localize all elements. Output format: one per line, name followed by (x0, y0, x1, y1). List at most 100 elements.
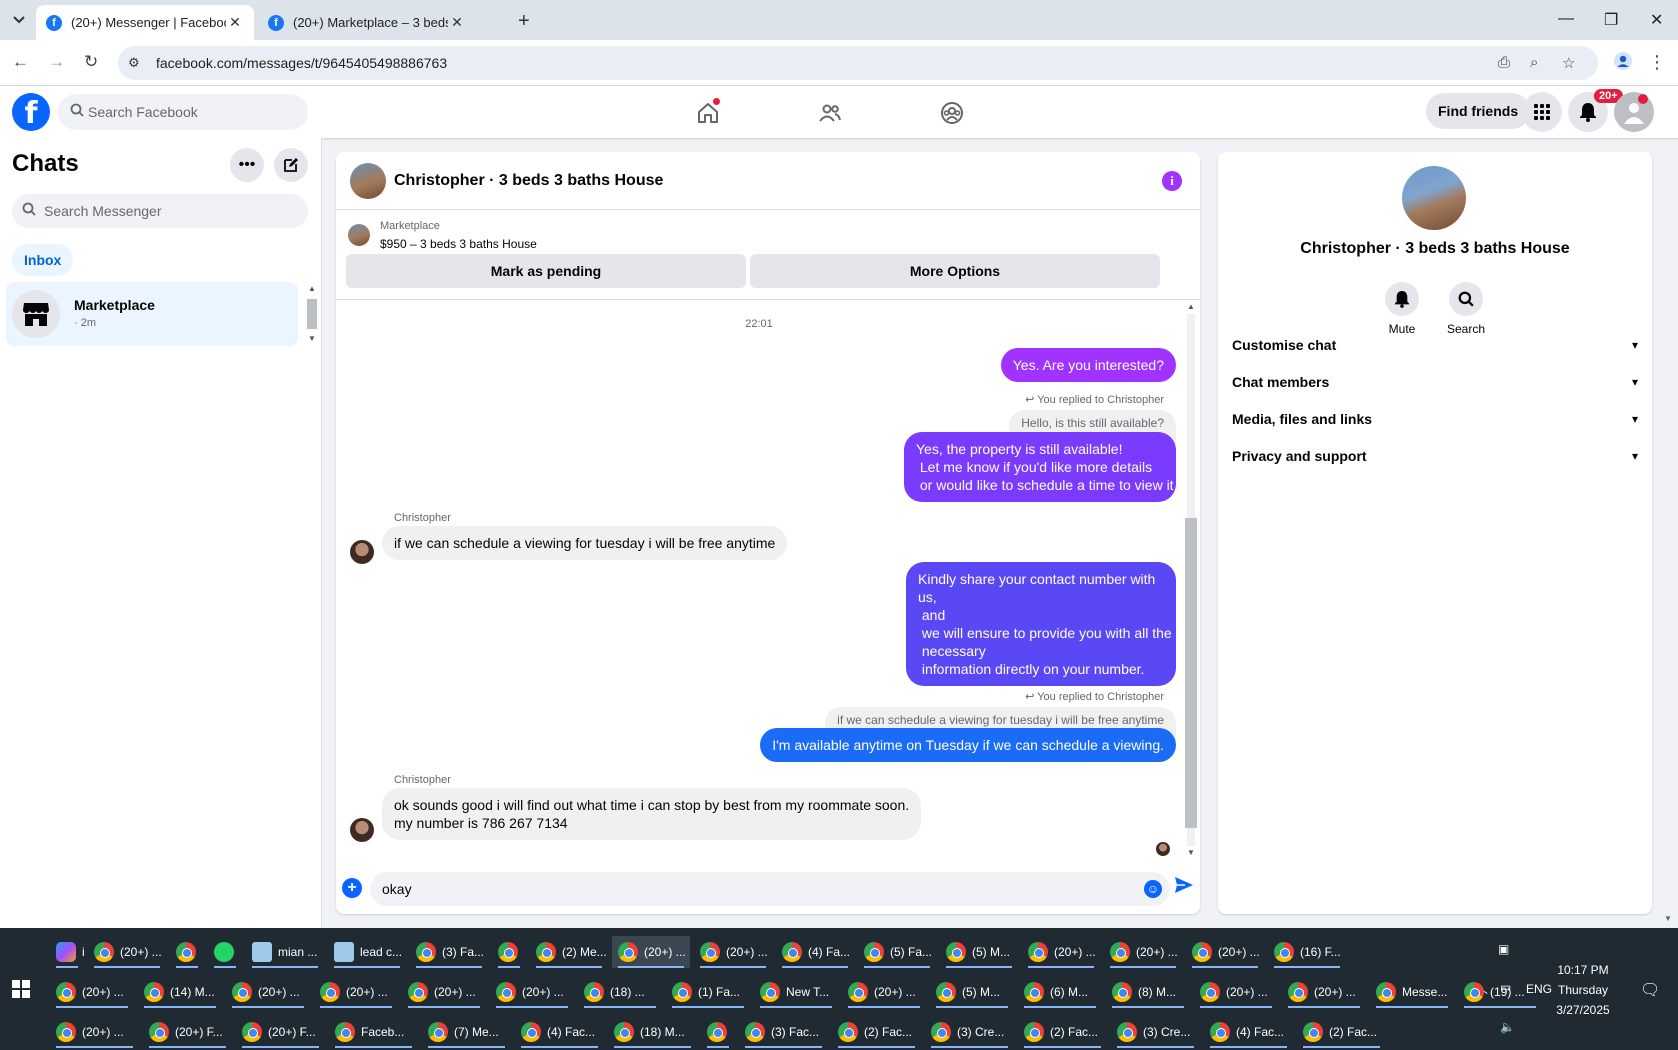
taskbar-item[interactable]: (20+) F... (236, 1016, 325, 1048)
tab-messenger[interactable]: f (20+) Messenger | Facebook ✕ (36, 5, 254, 40)
close-tab-icon[interactable]: ✕ (226, 14, 244, 31)
taskbar-item[interactable]: (20+) ... (612, 936, 690, 968)
taskbar-item[interactable]: (20+) ... (88, 936, 166, 968)
taskbar-item[interactable]: (16) F... (1268, 936, 1346, 968)
mute-button[interactable]: Mute (1372, 282, 1432, 336)
taskbar-item[interactable]: (20+) ... (226, 976, 310, 1008)
new-message-icon[interactable] (274, 148, 308, 182)
taskbar-item[interactable]: (20+) ... (694, 936, 772, 968)
taskbar-item[interactable]: (14) M... (138, 976, 222, 1008)
message-outgoing[interactable]: Yes. Are you interested? (1000, 348, 1176, 382)
restore-icon[interactable]: ❐ (1604, 10, 1618, 30)
taskbar-item[interactable]: (2) Fac... (832, 1016, 921, 1048)
taskbar-item[interactable]: (2) Me... (530, 936, 608, 968)
taskbar-item[interactable]: (5) Fa... (858, 936, 936, 968)
message-outgoing[interactable]: I'm available anytime on Tuesday if we c… (760, 728, 1176, 762)
taskbar-item[interactable]: (20+) ... (1186, 936, 1264, 968)
conversation-info-icon[interactable]: i (1162, 171, 1182, 191)
messenger-search[interactable] (12, 194, 308, 228)
inbox-tab[interactable]: Inbox (12, 244, 74, 276)
search-in-chat-button[interactable]: Search (1436, 282, 1496, 336)
chat-list-item-marketplace[interactable]: Marketplace · 2m (6, 282, 298, 346)
chat-list-scrollbar[interactable]: ▲ ▼ (306, 284, 318, 344)
reload-icon[interactable]: ↻ (84, 52, 98, 72)
menu-grid-icon[interactable] (1522, 92, 1562, 132)
taskbar-item[interactable]: (7) Me... (422, 1016, 511, 1048)
emoji-icon[interactable]: ☺ (1144, 880, 1162, 898)
add-attachment-icon[interactable]: + (342, 878, 362, 898)
section-privacy-support[interactable]: Privacy and support ▾ (1232, 441, 1638, 471)
new-tab-icon[interactable]: + (518, 10, 530, 33)
chats-options-icon[interactable]: ••• (230, 148, 264, 182)
scroll-up-icon[interactable]: ▲ (1187, 302, 1195, 311)
zoom-icon[interactable]: ⌕ (1530, 54, 1538, 71)
taskbar-item[interactable]: (20+) ... (1282, 976, 1366, 1008)
section-customise-chat[interactable]: Customise chat ▾ (1232, 330, 1638, 360)
mark-as-pending-button[interactable]: Mark as pending (346, 254, 746, 288)
taskbar-item[interactable]: Faceb... (329, 1016, 418, 1048)
taskbar-item[interactable]: (3) Cre... (1111, 1016, 1200, 1048)
conversation-avatar[interactable] (350, 163, 386, 199)
facebook-search[interactable] (58, 94, 308, 130)
message-outgoing[interactable]: Kindly share your contact number with us… (906, 562, 1176, 686)
account-avatar[interactable] (1614, 92, 1654, 132)
taskbar-item[interactable]: (6) M... (1018, 976, 1102, 1008)
close-window-icon[interactable]: ✕ (1650, 10, 1663, 30)
message-outgoing[interactable]: Yes, the property is still available! Le… (904, 432, 1176, 502)
facebook-logo-icon[interactable]: f (12, 93, 50, 131)
taskbar-item[interactable]: (20+) ... (50, 976, 134, 1008)
taskbar-item[interactable]: (20+) F... (143, 1016, 232, 1048)
scroll-down-icon[interactable]: ▼ (1187, 848, 1195, 857)
taskbar-item[interactable]: (4) Fac... (1204, 1016, 1293, 1048)
taskbar-item[interactable]: (20+) ... (1194, 976, 1278, 1008)
find-friends-button[interactable]: Find friends (1426, 93, 1531, 129)
section-chat-members[interactable]: Chat members ▾ (1232, 367, 1638, 397)
sender-avatar[interactable] (350, 540, 374, 564)
windows-start-icon[interactable] (12, 980, 30, 998)
taskbar-item[interactable]: (1) Fa... (666, 976, 750, 1008)
scroll-thumb[interactable] (307, 299, 317, 329)
taskbar-item[interactable]: (5) M... (930, 976, 1014, 1008)
facebook-search-input[interactable] (88, 94, 298, 130)
scroll-thumb[interactable] (1185, 518, 1197, 828)
back-icon[interactable]: ← (12, 52, 29, 72)
scroll-up-icon[interactable]: ▲ (308, 284, 316, 293)
taskbar-item[interactable] (701, 1016, 735, 1048)
taskbar-item[interactable]: (20+) ... (402, 976, 486, 1008)
page-scroll-down-icon[interactable]: ▼ (1664, 914, 1672, 923)
message-incoming[interactable]: if we can schedule a viewing for tuesday… (382, 526, 788, 560)
message-input-box[interactable]: ☺ (370, 872, 1170, 906)
scroll-down-icon[interactable]: ▼ (308, 334, 316, 343)
meet-now-icon[interactable]: ▣ (1498, 942, 1509, 956)
conversation-title[interactable]: Christopher · 3 beds 3 baths House (394, 172, 663, 190)
taskbar-item[interactable]: (2) Fac... (1297, 1016, 1386, 1048)
taskbar-item[interactable]: (4) Fa... (776, 936, 854, 968)
taskbar-item[interactable] (208, 936, 242, 968)
notification-center-icon[interactable]: 🗨 (1640, 980, 1660, 1000)
taskbar-item[interactable]: (3) Cre... (925, 1016, 1014, 1048)
taskbar-item[interactable]: iftikha... (50, 936, 84, 968)
site-info-icon[interactable]: ⚙ (128, 55, 140, 71)
profile-avatar[interactable] (1402, 166, 1466, 230)
taskbar-item[interactable]: (5) M... (940, 936, 1018, 968)
taskbar-item[interactable]: (18) ... (578, 976, 662, 1008)
minimize-icon[interactable]: — (1558, 10, 1574, 28)
taskbar-item[interactable]: (8) M... (1106, 976, 1190, 1008)
groups-icon[interactable] (932, 98, 972, 128)
taskbar-item[interactable]: lead c... (328, 936, 406, 968)
taskbar-item[interactable]: (20+) ... (1104, 936, 1182, 968)
messages-scrollbar[interactable]: ▲ ▼ (1184, 300, 1198, 860)
taskbar-item[interactable]: (19) ... (1458, 976, 1542, 1008)
url-text[interactable]: facebook.com/messages/t/9645405498886763 (156, 55, 447, 71)
taskbar-item[interactable]: New T... (754, 976, 838, 1008)
system-clock[interactable]: 10:17 PM Thursday 3/27/2025 (1538, 960, 1628, 1020)
omnibox[interactable]: ⚙ facebook.com/messages/t/96454054988867… (118, 46, 1598, 80)
close-tab-icon[interactable]: ✕ (448, 14, 466, 31)
taskbar-item[interactable]: (20+) ... (314, 976, 398, 1008)
taskbar-item[interactable]: (3) Fac... (739, 1016, 828, 1048)
taskbar-item[interactable]: (20+) ... (50, 1016, 139, 1048)
listing-title[interactable]: $950 – 3 beds 3 baths House (380, 237, 537, 251)
taskbar-item[interactable]: Messe... (1370, 976, 1454, 1008)
taskbar-item[interactable]: mian ... (246, 936, 324, 968)
message-incoming[interactable]: ok sounds good i will find out what time… (382, 788, 922, 840)
